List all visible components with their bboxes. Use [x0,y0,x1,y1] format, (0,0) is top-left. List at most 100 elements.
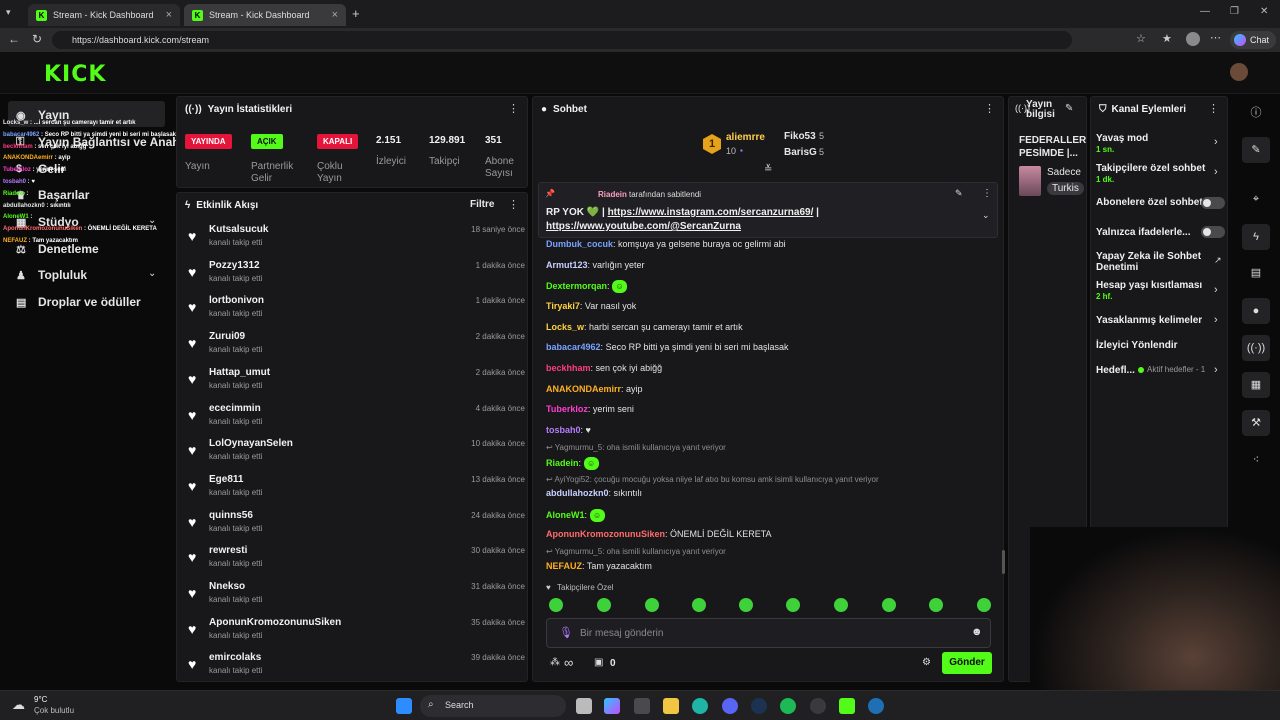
chat-username[interactable]: Dextermorqan [546,281,607,291]
user-avatar[interactable] [1230,63,1248,81]
activity-user[interactable]: Zurui09 [209,331,245,342]
expand-pinned-icon[interactable]: ⌄ [982,210,990,221]
chat-username[interactable]: Armut123 [546,260,588,270]
activity-user[interactable]: AponunKromozonunuSiken [209,617,341,628]
activity-user[interactable]: Hattap_umut [209,367,270,378]
leaderboard-expand-icon[interactable]: ≚ [764,164,772,175]
followers-only-action[interactable]: Takipçilere özel sohbet 1 dk. [1096,163,1205,185]
more-options-icon[interactable]: ⋮ [508,198,519,211]
chat-message[interactable]: beckhham: sen çok iyi abiğğ [546,363,662,373]
chevron-right-icon[interactable]: › [1214,284,1218,296]
activity-user[interactable]: quinns56 [209,510,253,521]
chat-message[interactable]: Tuberkloz: yerim seni [546,404,634,414]
activity-row[interactable]: ♥ rewresti kanalı takip etti 30 dakika önce [185,545,525,579]
activity-row[interactable]: ♥ LolOynayanSelen kanalı takip etti 10 daki… [185,438,525,472]
chat-message[interactable]: Dumbuk_cocuk: komşuya ya gelsene buraya … [546,239,786,249]
close-tab-icon[interactable]: × [332,9,338,21]
activity-row[interactable]: ♥ quinns56 kanalı takip etti 24 dakika önce [185,510,525,544]
more-options-icon[interactable]: ⋮ [984,102,995,115]
category-thumbnail[interactable] [1019,166,1041,196]
emote-icon[interactable] [786,598,800,612]
nodes-icon[interactable]: ⁖ [1242,447,1270,473]
screen-capture-icon[interactable]: ⌖ [1242,186,1270,212]
activity-row[interactable]: ♥ Kutsalsucuk kanalı takip etti 18 saniye ö… [185,224,525,258]
chat-message[interactable]: Dextermorqan: ☺ [546,280,628,293]
activity-row[interactable]: ♥ Ege811 kanalı takip etti 13 dakika önce [185,474,525,508]
settings-menu-icon[interactable]: ⋯ [1210,31,1221,44]
more-options-icon[interactable]: ⋮ [1208,102,1219,115]
chat-username[interactable]: beckhham [546,363,591,373]
edge-icon[interactable] [692,698,708,714]
chevron-right-icon[interactable]: › [1214,136,1218,148]
chat-message[interactable]: ANAKONDAemirr: ayip [546,384,643,394]
chat-username[interactable]: AponunKromozonunuSiken [546,529,665,539]
activity-user[interactable]: Pozzy1312 [209,260,260,271]
refresh-icon[interactable]: ↻ [32,32,42,46]
send-button[interactable]: Gönder [942,652,992,674]
chat-input[interactable]: 🎙 Bir mesaj gönderin ☻ [546,618,991,648]
activity-user[interactable]: rewresti [209,545,247,556]
chat-message[interactable]: Armut123: varlığın yeter [546,260,645,270]
activity-user[interactable]: emircolaks [209,652,261,663]
chat-scrollbar[interactable] [1002,550,1005,574]
document-icon[interactable]: ▤ [1242,260,1270,286]
reply-context[interactable]: ↩ Yagmurmu_5: oha ismili kullanıcıya yan… [546,443,726,452]
favorites-icon[interactable]: ★ [1162,32,1172,45]
chevron-right-icon[interactable]: › [1214,166,1218,178]
weather-temp[interactable]: 9°C [34,695,47,704]
address-input[interactable]: https://dashboard.kick.com/stream [52,31,1072,49]
more-options-icon[interactable]: ⋮ [982,188,992,199]
emote-icon[interactable] [645,598,659,612]
activity-row[interactable]: ♥ Hattap_umut kanalı takip etti 2 dakika ön… [185,367,525,401]
points-icon[interactable]: ⁂ [550,657,560,668]
chat-message[interactable]: Locks_w: harbi sercan şu camerayı tamir … [546,322,743,332]
windows-start-icon[interactable] [396,698,412,714]
chat-username[interactable]: Tiryaki7 [546,301,580,311]
activity-user[interactable]: LolOynayanSelen [209,438,293,449]
maximize-icon[interactable]: ❐ [1230,6,1239,17]
sidebar-item-community[interactable]: ♟ Topluluk [16,268,87,282]
kick-app-icon[interactable] [839,698,855,714]
emote-icon[interactable] [739,598,753,612]
activity-row[interactable]: ♥ AponunKromozonunuSiken kanalı takip etti… [185,617,525,651]
leaderboard-first-name[interactable]: aliemrre [726,132,765,143]
kick-logo[interactable]: KICK [44,62,106,87]
emotes-only-toggle[interactable] [1201,226,1225,238]
emote-icon[interactable] [977,598,991,612]
emote-icon[interactable] [549,598,563,612]
chat-message[interactable]: babacar4962: Seco RP bitti ya şimdi yeni… [546,342,788,352]
chat-username[interactable]: Tuberkloz [546,404,588,414]
minimize-icon[interactable]: — [1200,6,1210,17]
browser-tab-2[interactable]: K Stream - Kick Dashboard × [184,4,346,26]
goals-action[interactable]: Hedefl... [1096,365,1135,376]
chat-message[interactable]: Riadein: ☺ [546,457,599,470]
filter-button[interactable]: Filtre [470,199,494,210]
info-icon[interactable]: ⓘ [1242,100,1270,126]
activity-user[interactable]: lortbonivon [209,295,264,306]
activity-row[interactable]: ♥ lortbonivon kanalı takip etti 1 dakika ön… [185,295,525,329]
activity-user[interactable]: Kutsalsucuk [209,224,268,235]
emote-icon[interactable] [692,598,706,612]
youtube-link[interactable]: https://www.youtube.com/@SercanZurna [546,221,741,232]
close-window-icon[interactable]: ✕ [1260,6,1268,17]
activity-row[interactable]: ♥ Zurui09 kanalı takip etti 2 dakika önce [185,331,525,365]
more-options-icon[interactable]: ⋮ [508,102,519,115]
obs-icon[interactable] [810,698,826,714]
tab-actions-icon[interactable]: ▾ [6,7,20,21]
reply-context[interactable]: ↩ Yagmurmu_5: oha ismili kullanıcıya yan… [546,547,726,556]
gift-icon[interactable]: ▣ [594,657,603,668]
steam-icon[interactable] [751,698,767,714]
reply-context[interactable]: ↩ AyiYogi52: çocuğu mocuğu yoksa niiye l… [546,475,879,484]
activity-user[interactable]: ececimmin [209,403,261,414]
profile-avatar[interactable] [1186,32,1200,46]
language-tag[interactable]: Turkis [1047,182,1084,195]
chevron-right-icon[interactable]: › [1214,314,1218,326]
emote-icon[interactable] [882,598,896,612]
chat-message[interactable]: AponunKromozonunuSiken: ÖNEMLİ DEĞİL KER… [546,529,772,539]
copilot-chat-button[interactable]: Chat [1230,31,1276,49]
chat-message[interactable]: abdullahozkn0: sıkıntılı [546,488,642,498]
chat-username[interactable]: Riadein [546,458,579,468]
chat-settings-icon[interactable]: ⚙ [922,657,931,668]
chat-username[interactable]: tosbah0 [546,425,581,435]
store-icon[interactable] [634,698,650,714]
